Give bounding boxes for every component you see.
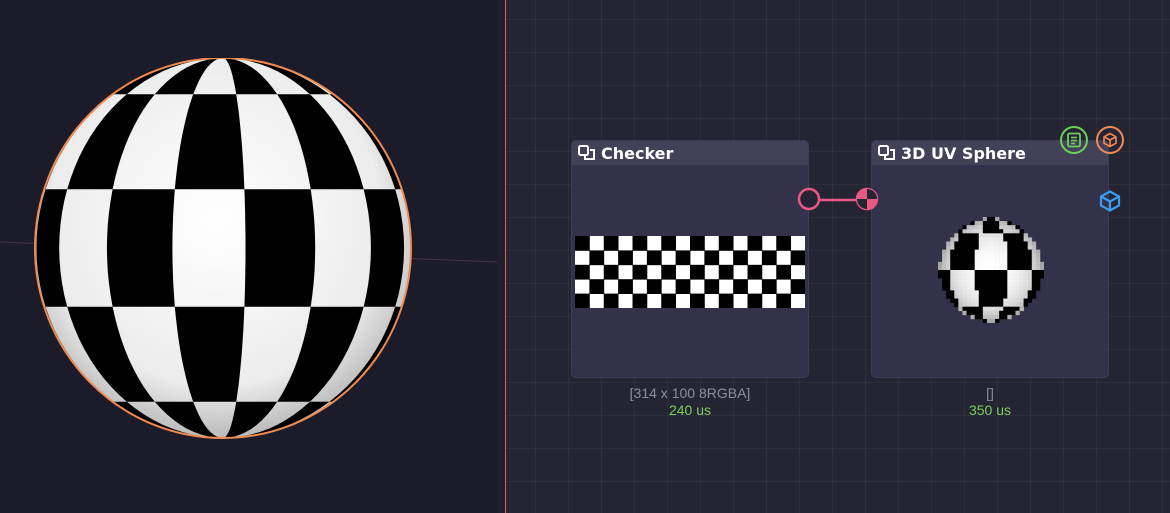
- node-copy-icon: [878, 145, 895, 160]
- document-action-button[interactable]: [1060, 126, 1088, 154]
- mini-sphere-preview: [938, 217, 1044, 323]
- document-icon: [1067, 132, 1081, 148]
- panel-divider[interactable]: [497, 0, 506, 513]
- uv-sphere-node[interactable]: 3D UV Sphere: [871, 126, 1124, 378]
- 3d-preview-action-button[interactable]: [1096, 126, 1124, 154]
- checker-preview-image: [575, 236, 805, 308]
- checker-node-stats: [314 x 100 8RGBA] 240 us: [571, 385, 809, 419]
- sphere-preview[interactable]: [33, 58, 415, 442]
- 3d-viewport[interactable]: [0, 0, 497, 513]
- checker-output-port[interactable]: [796, 186, 822, 212]
- connection-wire[interactable]: [818, 198, 858, 202]
- node-image-info: []: [986, 385, 994, 401]
- node-title: 3D UV Sphere: [901, 143, 1026, 163]
- cube-icon: [1099, 190, 1121, 212]
- node-image-info: [314 x 100 8RGBA]: [629, 385, 751, 401]
- cube-icon: [1103, 132, 1117, 148]
- checker-node-header[interactable]: Checker: [572, 141, 808, 165]
- uv-sphere-node-stats: [] 350 us: [871, 385, 1109, 419]
- node-copy-icon: [578, 145, 595, 160]
- node-render-time: 240 us: [668, 402, 712, 418]
- uv-sphere-input-port[interactable]: [854, 186, 880, 212]
- node-title: Checker: [601, 143, 674, 163]
- checker-node[interactable]: Checker: [571, 140, 809, 378]
- node-graph-canvas[interactable]: Checker [314 x 100 8RGBA] 240 us 3D UV S…: [506, 0, 1170, 513]
- node-render-time: 350 us: [968, 402, 1012, 418]
